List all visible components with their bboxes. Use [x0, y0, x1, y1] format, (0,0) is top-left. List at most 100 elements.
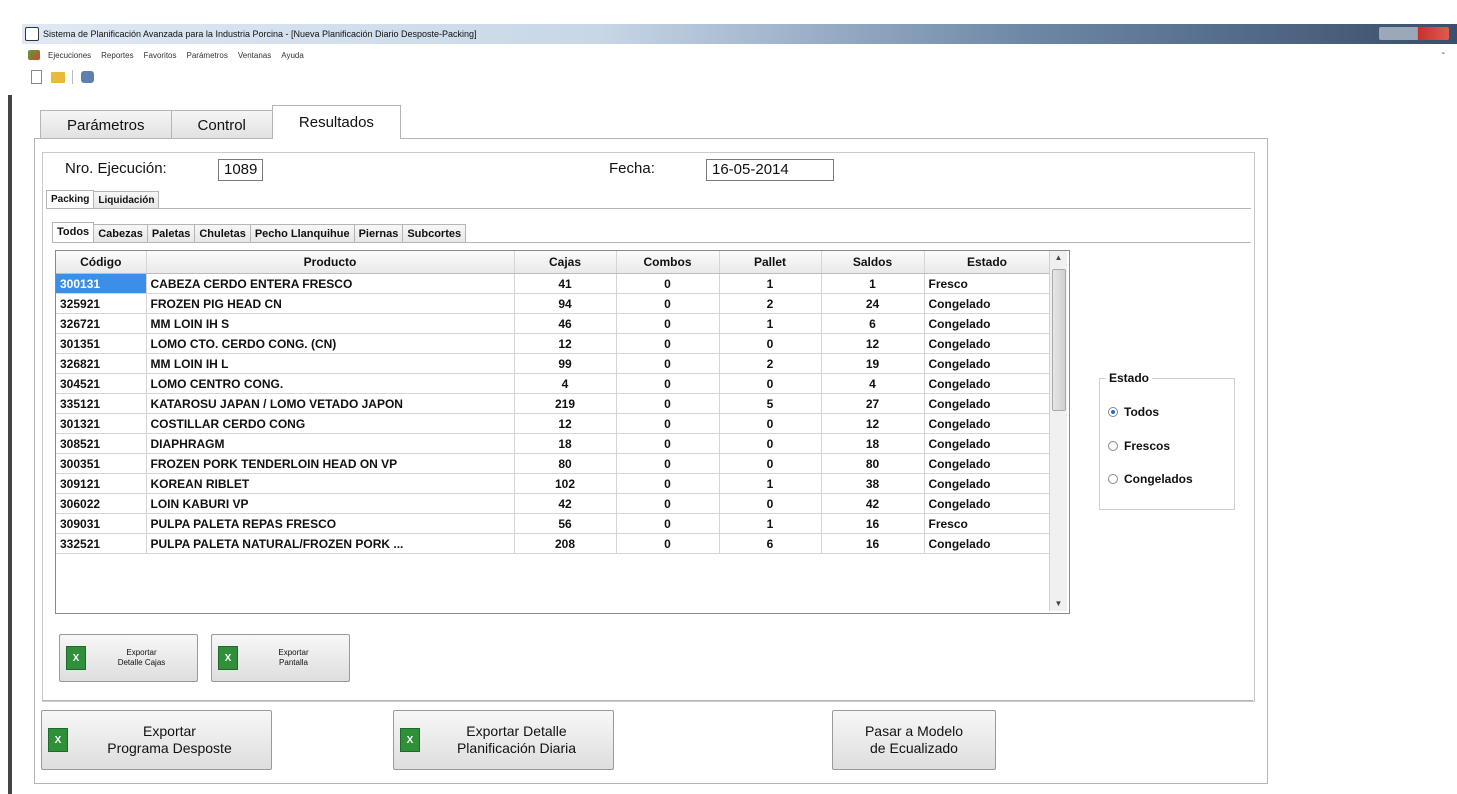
- cell-estado[interactable]: Congelado: [924, 493, 1051, 514]
- radio-icon[interactable]: [1108, 474, 1118, 484]
- cell-saldos[interactable]: 38: [821, 473, 925, 494]
- menu-ejecuciones[interactable]: Ejecuciones: [48, 51, 91, 60]
- cell-codigo[interactable]: 300351: [56, 453, 147, 474]
- cell-producto[interactable]: MM LOIN IH S: [146, 313, 515, 334]
- cell-saldos[interactable]: 80: [821, 453, 925, 474]
- cell-estado[interactable]: Congelado: [924, 433, 1051, 454]
- cell-cajas[interactable]: 41: [514, 273, 617, 294]
- cell-combos[interactable]: 0: [616, 273, 720, 294]
- cell-pallet[interactable]: 0: [719, 493, 822, 514]
- cell-codigo[interactable]: 309031: [56, 513, 147, 534]
- radio-todos-label[interactable]: Todos: [1124, 405, 1159, 419]
- cell-pallet[interactable]: 1: [719, 473, 822, 494]
- cell-pallet[interactable]: 6: [719, 533, 822, 554]
- cell-combos[interactable]: 0: [616, 373, 720, 394]
- cell-pallet[interactable]: 1: [719, 513, 822, 534]
- table-row[interactable]: 300131 CABEZA CERDO ENTERA FRESCO 41 0 1…: [56, 273, 1051, 294]
- table-row[interactable]: 309031 PULPA PALETA REPAS FRESCO 56 0 1 …: [56, 513, 1051, 534]
- cell-codigo[interactable]: 304521: [56, 373, 147, 394]
- cell-combos[interactable]: 0: [616, 493, 720, 514]
- cell-producto[interactable]: KOREAN RIBLET: [146, 473, 515, 494]
- table-row[interactable]: 325921 FROZEN PIG HEAD CN 94 0 2 24 Cong…: [56, 293, 1051, 314]
- cell-saldos[interactable]: 4: [821, 373, 925, 394]
- cell-estado[interactable]: Congelado: [924, 293, 1051, 314]
- cell-codigo[interactable]: 300131: [56, 273, 147, 294]
- cell-codigo[interactable]: 301351: [56, 333, 147, 354]
- radio-frescos-label[interactable]: Frescos: [1124, 439, 1170, 453]
- radio-todos[interactable]: Todos: [1108, 405, 1159, 419]
- table-row[interactable]: 301321 COSTILLAR CERDO CONG 12 0 0 12 Co…: [56, 413, 1051, 434]
- menu-reportes[interactable]: Reportes: [101, 51, 133, 60]
- table-row[interactable]: 309121 KOREAN RIBLET 102 0 1 38 Congelad…: [56, 473, 1051, 494]
- cell-combos[interactable]: 0: [616, 433, 720, 454]
- cell-pallet[interactable]: 0: [719, 433, 822, 454]
- export-programa-desposte-button[interactable]: X Exportar Programa Desposte: [41, 710, 272, 770]
- cell-estado[interactable]: Congelado: [924, 393, 1051, 414]
- table-row[interactable]: 301351 LOMO CTO. CERDO CONG. (CN) 12 0 0…: [56, 333, 1051, 354]
- cell-codigo[interactable]: 325921: [56, 293, 147, 314]
- tab-parametros[interactable]: Parámetros: [40, 110, 172, 139]
- cell-saldos[interactable]: 16: [821, 533, 925, 554]
- scroll-thumb[interactable]: [1052, 269, 1066, 411]
- cell-combos[interactable]: 0: [616, 353, 720, 374]
- ejecucion-field[interactable]: 1089: [218, 159, 264, 181]
- table-row[interactable]: 335121 KATAROSU JAPAN / LOMO VETADO JAPO…: [56, 393, 1051, 414]
- menu-ayuda[interactable]: Ayuda: [281, 51, 304, 60]
- tab-subcortes[interactable]: Subcortes: [402, 224, 467, 243]
- cell-cajas[interactable]: 80: [514, 453, 617, 474]
- tab-cabezas[interactable]: Cabezas: [93, 224, 148, 243]
- cell-producto[interactable]: COSTILLAR CERDO CONG: [146, 413, 515, 434]
- cell-estado[interactable]: Congelado: [924, 333, 1051, 354]
- export-detalle-cajas-button[interactable]: X Exportar Detalle Cajas: [59, 634, 198, 682]
- scroll-up-icon[interactable]: ▲: [1050, 251, 1067, 265]
- cell-producto[interactable]: FROZEN PIG HEAD CN: [146, 293, 515, 314]
- cell-pallet[interactable]: 1: [719, 313, 822, 334]
- cell-estado[interactable]: Congelado: [924, 473, 1051, 494]
- cell-saldos[interactable]: 19: [821, 353, 925, 374]
- cell-cajas[interactable]: 56: [514, 513, 617, 534]
- cell-cajas[interactable]: 4: [514, 373, 617, 394]
- cell-pallet[interactable]: 0: [719, 333, 822, 354]
- cell-codigo[interactable]: 326721: [56, 313, 147, 334]
- col-estado[interactable]: Estado: [924, 251, 1051, 274]
- cell-combos[interactable]: 0: [616, 473, 720, 494]
- tab-todos[interactable]: Todos: [52, 222, 95, 243]
- cell-cajas[interactable]: 99: [514, 353, 617, 374]
- cell-pallet[interactable]: 5: [719, 393, 822, 414]
- cell-cajas[interactable]: 94: [514, 293, 617, 314]
- cell-cajas[interactable]: 12: [514, 333, 617, 354]
- cell-producto[interactable]: LOMO CENTRO CONG.: [146, 373, 515, 394]
- cell-pallet[interactable]: 0: [719, 413, 822, 434]
- scroll-down-icon[interactable]: ▼: [1050, 597, 1067, 611]
- cell-codigo[interactable]: 335121: [56, 393, 147, 414]
- cell-combos[interactable]: 0: [616, 513, 720, 534]
- cell-pallet[interactable]: 0: [719, 453, 822, 474]
- cell-combos[interactable]: 0: [616, 413, 720, 434]
- menu-favoritos[interactable]: Favoritos: [144, 51, 177, 60]
- tab-packing[interactable]: Packing: [46, 190, 95, 209]
- cell-combos[interactable]: 0: [616, 453, 720, 474]
- table-row[interactable]: 308521 DIAPHRAGM 18 0 0 18 Congelado: [56, 433, 1051, 454]
- col-codigo[interactable]: Código: [56, 251, 147, 274]
- tab-resultados[interactable]: Resultados: [271, 105, 401, 139]
- cell-combos[interactable]: 0: [616, 313, 720, 334]
- col-producto[interactable]: Producto: [146, 251, 515, 274]
- cell-producto[interactable]: PULPA PALETA REPAS FRESCO: [146, 513, 515, 534]
- tab-liquidacion[interactable]: Liquidación: [93, 191, 160, 209]
- cell-pallet[interactable]: 0: [719, 373, 822, 394]
- cell-producto[interactable]: MM LOIN IH L: [146, 353, 515, 374]
- cell-estado[interactable]: Fresco: [924, 513, 1051, 534]
- window-controls[interactable]: [1379, 27, 1449, 40]
- cell-saldos[interactable]: 42: [821, 493, 925, 514]
- tab-chuletas[interactable]: Chuletas: [194, 224, 251, 243]
- tab-paletas[interactable]: Paletas: [146, 224, 196, 243]
- cell-producto[interactable]: PULPA PALETA NATURAL/FROZEN PORK ...: [146, 533, 515, 554]
- table-row[interactable]: 332521 PULPA PALETA NATURAL/FROZEN PORK …: [56, 533, 1051, 554]
- cell-saldos[interactable]: 12: [821, 413, 925, 434]
- cell-cajas[interactable]: 12: [514, 413, 617, 434]
- cell-saldos[interactable]: 24: [821, 293, 925, 314]
- export-planificacion-diaria-button[interactable]: X Exportar Detalle Planificación Diaria: [393, 710, 614, 770]
- col-combos[interactable]: Combos: [616, 251, 720, 274]
- cell-saldos[interactable]: 6: [821, 313, 925, 334]
- col-pallet[interactable]: Pallet: [719, 251, 822, 274]
